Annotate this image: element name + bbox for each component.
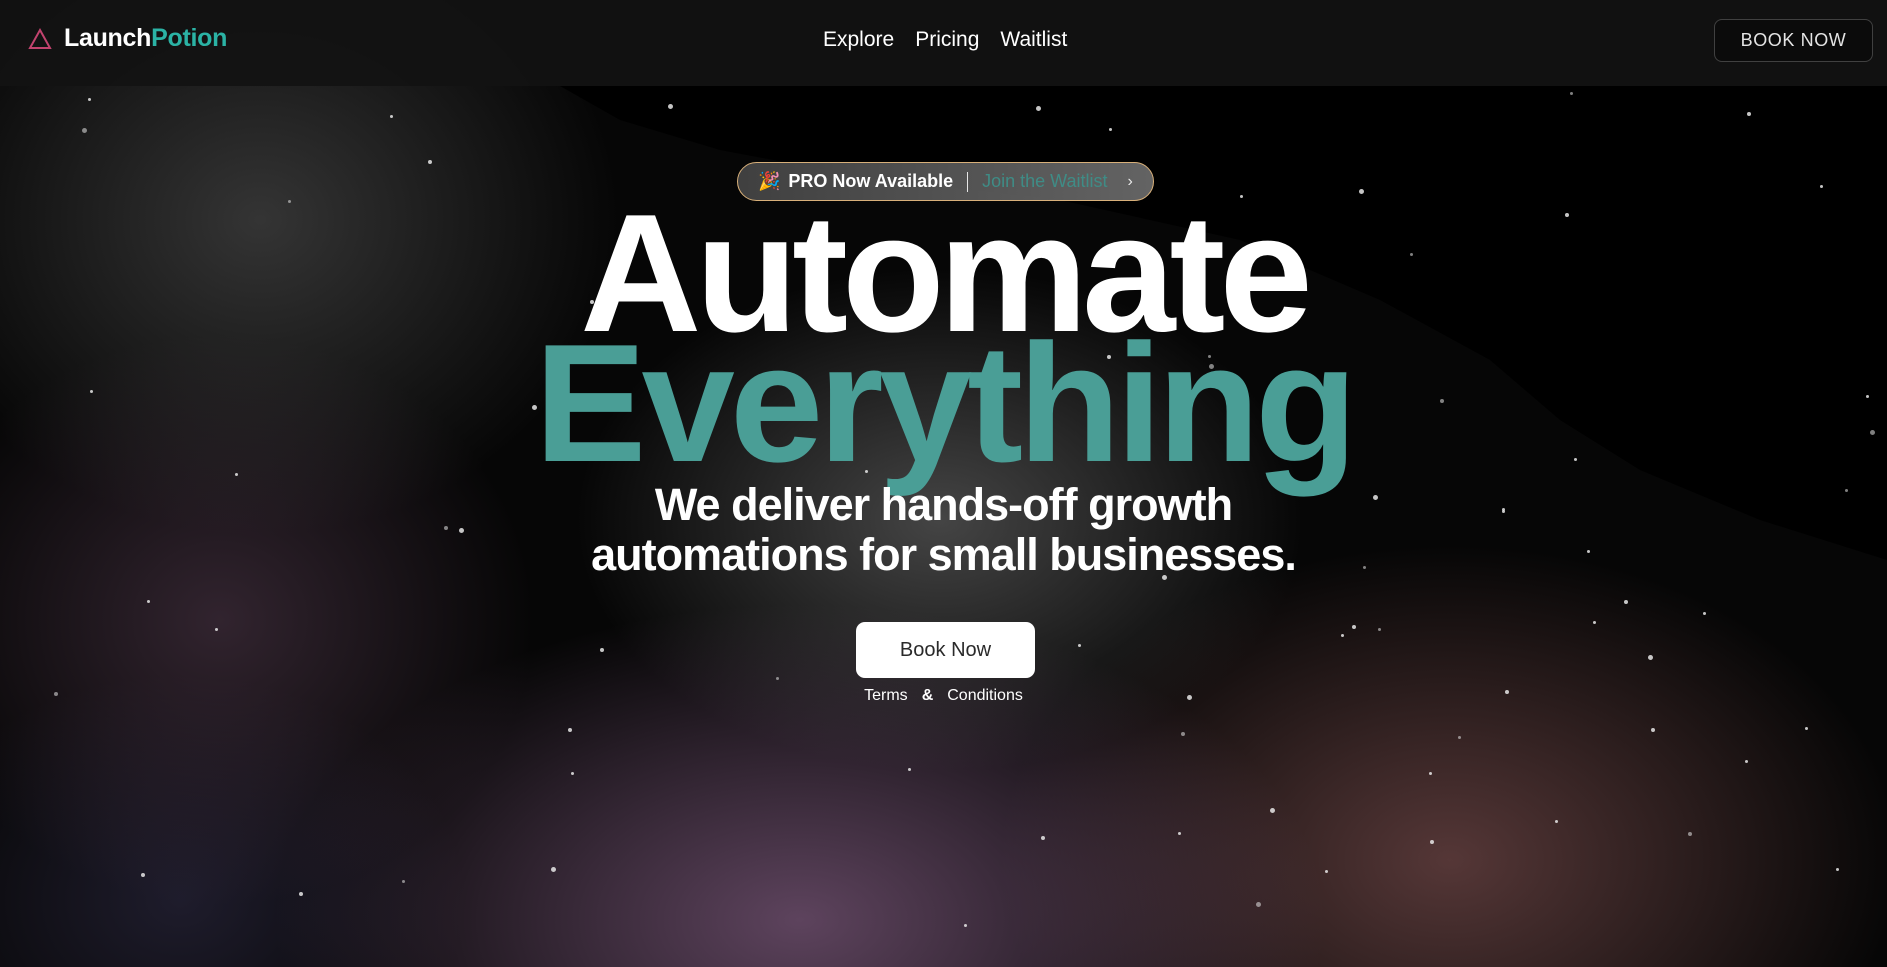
star-dot [1430, 840, 1434, 844]
star-dot [1178, 832, 1181, 835]
star-dot [1805, 727, 1808, 730]
star-dot [1688, 832, 1692, 836]
terms-and-conditions: Terms & Conditions [0, 687, 1887, 705]
brand-name: LaunchPotion [64, 24, 227, 53]
star-dot [1352, 625, 1356, 629]
star-dot [299, 892, 303, 896]
terms-link[interactable]: Terms [864, 687, 908, 704]
star-dot [1555, 820, 1558, 823]
star-dot [1270, 808, 1275, 813]
star-dot [1820, 185, 1823, 188]
star-dot [1747, 112, 1751, 116]
star-dot [551, 867, 556, 872]
star-dot [1745, 760, 1748, 763]
nav-link-explore[interactable]: Explore [823, 28, 894, 52]
triangle-icon [28, 27, 52, 49]
star-dot [568, 728, 572, 732]
star-dot [571, 772, 574, 775]
star-dot [141, 873, 145, 877]
star-dot [600, 648, 604, 652]
star-dot [402, 880, 405, 883]
terms-ampersand: & [921, 687, 934, 704]
star-dot [1341, 634, 1344, 637]
star-dot [1036, 106, 1041, 111]
star-dot [1570, 92, 1573, 95]
star-dot [1648, 655, 1653, 660]
nav-link-pricing[interactable]: Pricing [915, 28, 979, 52]
star-dot [1041, 836, 1045, 840]
book-now-button[interactable]: Book Now [856, 622, 1035, 678]
main-nav: Explore Pricing Waitlist [823, 28, 1067, 52]
star-dot [1593, 621, 1596, 624]
star-dot [82, 128, 87, 133]
conditions-link[interactable]: Conditions [947, 687, 1023, 704]
star-dot [1359, 189, 1364, 194]
star-dot [1256, 902, 1261, 907]
star-dot [1651, 728, 1655, 732]
star-dot [668, 104, 673, 109]
hero-subheadline-line1: We deliver hands-off growth [654, 479, 1233, 530]
brand-name-part1: Launch [64, 24, 152, 52]
star-dot [776, 677, 779, 680]
star-dot [1624, 600, 1628, 604]
star-dot [1703, 612, 1706, 615]
star-dot [964, 924, 967, 927]
star-dot [1378, 628, 1381, 631]
star-dot [1429, 772, 1432, 775]
star-dot [1458, 736, 1461, 739]
brand-name-part2: Potion [151, 24, 228, 52]
star-dot [1325, 870, 1328, 873]
star-dot [390, 115, 393, 118]
hero-subheadline: We deliver hands-off growth automations … [0, 480, 1887, 580]
star-dot [147, 600, 150, 603]
hero-headline-line2: Everything [534, 309, 1357, 497]
star-dot [1109, 128, 1112, 131]
star-dot [908, 768, 911, 771]
brand-logo[interactable]: LaunchPotion [28, 24, 227, 53]
star-dot [88, 98, 91, 101]
top-navigation-bar: LaunchPotion Explore Pricing Waitlist BO… [0, 0, 1887, 86]
header-book-now-button[interactable]: BOOK NOW [1714, 19, 1873, 62]
star-dot [1181, 732, 1185, 736]
nav-link-waitlist[interactable]: Waitlist [1000, 28, 1067, 52]
star-dot [1836, 868, 1839, 871]
star-dot [428, 160, 432, 164]
star-dot [215, 628, 218, 631]
star-dot [1078, 644, 1081, 647]
hero-subheadline-line2: automations for small businesses. [591, 529, 1297, 580]
